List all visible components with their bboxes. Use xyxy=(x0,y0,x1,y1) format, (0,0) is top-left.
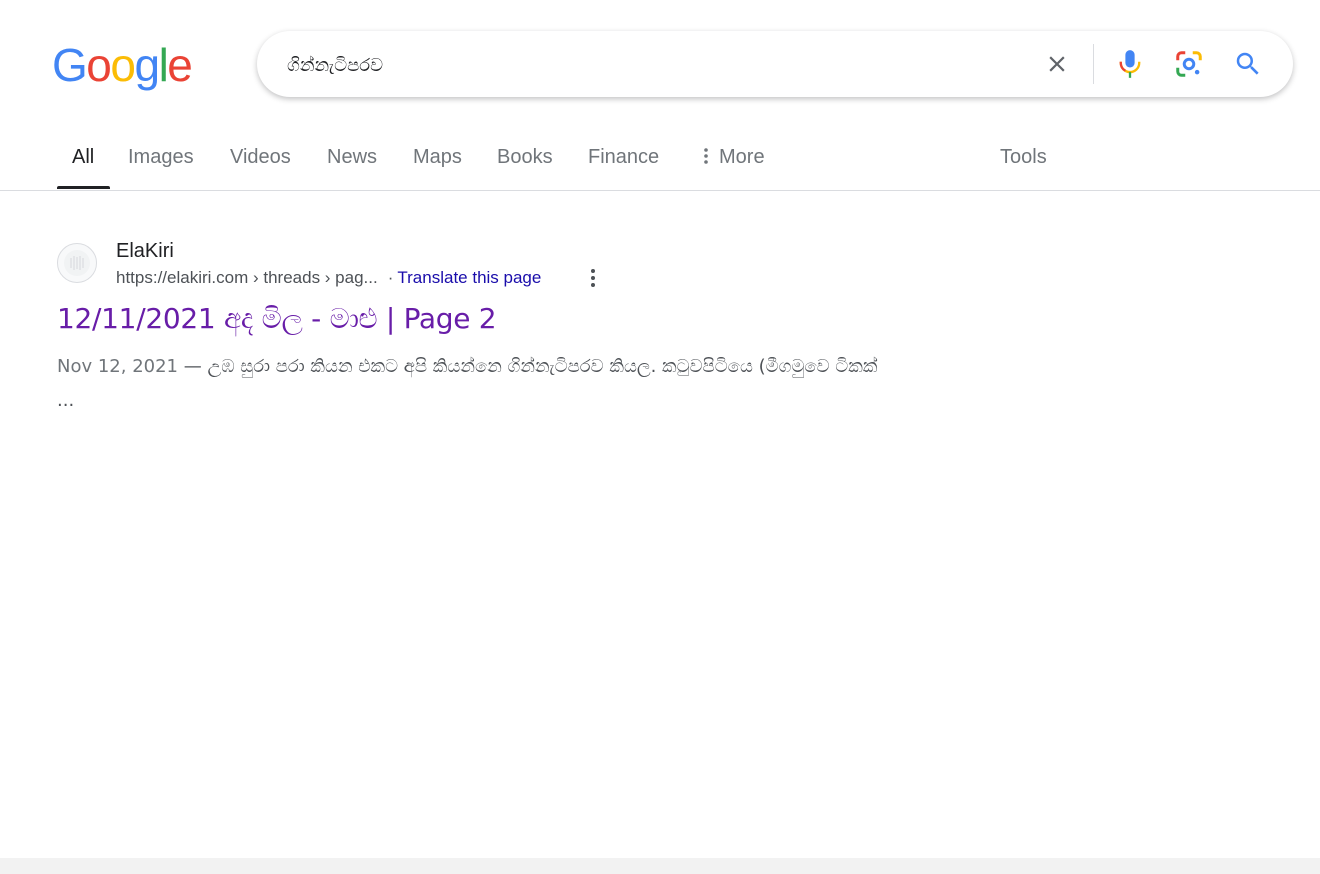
google-logo[interactable]: Google xyxy=(52,36,193,94)
search-box xyxy=(257,31,1293,97)
result-date: Nov 12, 2021 xyxy=(57,356,179,377)
tab-images[interactable]: Images xyxy=(128,146,194,169)
tabs-divider xyxy=(0,190,1320,191)
url-separator-dot: · xyxy=(387,268,394,287)
footer-strip xyxy=(0,858,1320,874)
search-divider xyxy=(1093,44,1094,84)
logo-letter: e xyxy=(167,39,193,91)
google-lens-icon[interactable] xyxy=(1173,48,1205,80)
logo-letter: l xyxy=(158,39,169,91)
site-name[interactable]: ElaKiri xyxy=(116,240,174,263)
tab-maps[interactable]: Maps xyxy=(413,146,462,169)
microphone-icon[interactable] xyxy=(1114,48,1146,80)
site-favicon-icon xyxy=(64,250,90,276)
more-vertical-icon xyxy=(704,147,708,164)
active-tab-indicator xyxy=(57,186,110,189)
tab-all[interactable]: All xyxy=(72,146,94,169)
site-url[interactable]: https://elakiri.com › threads › pag... xyxy=(116,268,378,287)
search-results-page: Google ගින්නැටිපරව All Images Videos New… xyxy=(0,0,1320,874)
search-tabs: All Images Videos News Maps Books Financ… xyxy=(0,128,1320,190)
logo-letter: g xyxy=(134,39,160,91)
clear-icon[interactable] xyxy=(1041,48,1073,80)
translate-page-link[interactable]: Translate this page xyxy=(397,268,541,287)
tab-more-label: More xyxy=(719,146,765,168)
search-icon[interactable] xyxy=(1232,48,1264,80)
logo-letter: G xyxy=(52,39,88,91)
result-snippet: Nov 12, 2021 — උඹ සුරා පරා කියන එකට අපි … xyxy=(57,350,897,418)
tools-button[interactable]: Tools xyxy=(1000,146,1047,169)
logo-letter: o xyxy=(110,39,136,91)
tab-books[interactable]: Books xyxy=(497,146,553,169)
result-snippet-text: — උඹ සුරා පරා කියන එකට අපි කියන්නෙ ගින්න… xyxy=(57,356,878,411)
site-favicon[interactable] xyxy=(57,243,97,283)
tab-videos[interactable]: Videos xyxy=(230,146,291,169)
search-input[interactable] xyxy=(287,51,987,79)
result-options-icon[interactable] xyxy=(585,266,601,290)
logo-letter: o xyxy=(86,39,112,91)
site-url-line: https://elakiri.com › threads › pag... · T… xyxy=(116,268,541,288)
result-title-link[interactable]: 12/11/2021 අද මිල - මාළු | Page 2 xyxy=(57,302,497,336)
tab-news[interactable]: News xyxy=(327,146,377,169)
tab-more[interactable]: More xyxy=(703,146,765,169)
tab-finance[interactable]: Finance xyxy=(588,146,659,169)
